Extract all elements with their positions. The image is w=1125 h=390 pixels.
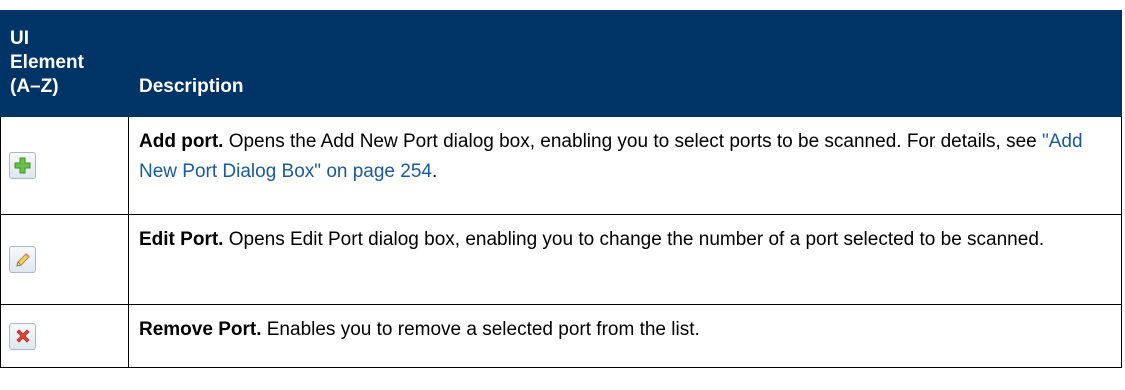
term-add-port: Add port. [139,131,224,152]
header-ui-line3: (A–Z) [10,76,59,97]
add-plus-icon [9,152,36,179]
ui-elements-table: UI Element (A–Z) Description Add port. Ope… [0,10,1122,368]
icon-cell [0,214,129,305]
term-remove-port: Remove Port. [139,319,262,340]
table-row-remove-port: Remove Port. Enables you to remove a sel… [0,304,1122,368]
description-cell: Edit Port. Opens Edit Port dialog box, e… [128,214,1122,305]
edit-pencil-icon [9,246,36,273]
icon-cell [0,116,129,215]
description-text: Opens Edit Port dialog box, enabling you… [223,229,1045,250]
table-header-row: UI Element (A–Z) Description [0,10,1122,117]
description-cell: Remove Port. Enables you to remove a sel… [128,304,1122,368]
description-end: . [431,161,438,182]
table-row-add-port: Add port. Opens the Add New Port dialog … [0,116,1122,215]
header-description: Description [128,10,1122,117]
header-ui-line2: Element [10,52,84,73]
header-ui-line1: UI [10,28,29,49]
description-cell: Add port. Opens the Add New Port dialog … [128,116,1122,215]
description-text: Opens the Add New Port dialog box, enabl… [223,131,1042,152]
icon-cell [0,304,129,368]
term-edit-port: Edit Port. [139,229,224,250]
table-row-edit-port: Edit Port. Opens Edit Port dialog box, e… [0,214,1122,305]
header-ui-element: UI Element (A–Z) [0,10,129,117]
description-text: Enables you to remove a selected port fr… [261,319,700,340]
remove-x-icon [9,322,36,350]
